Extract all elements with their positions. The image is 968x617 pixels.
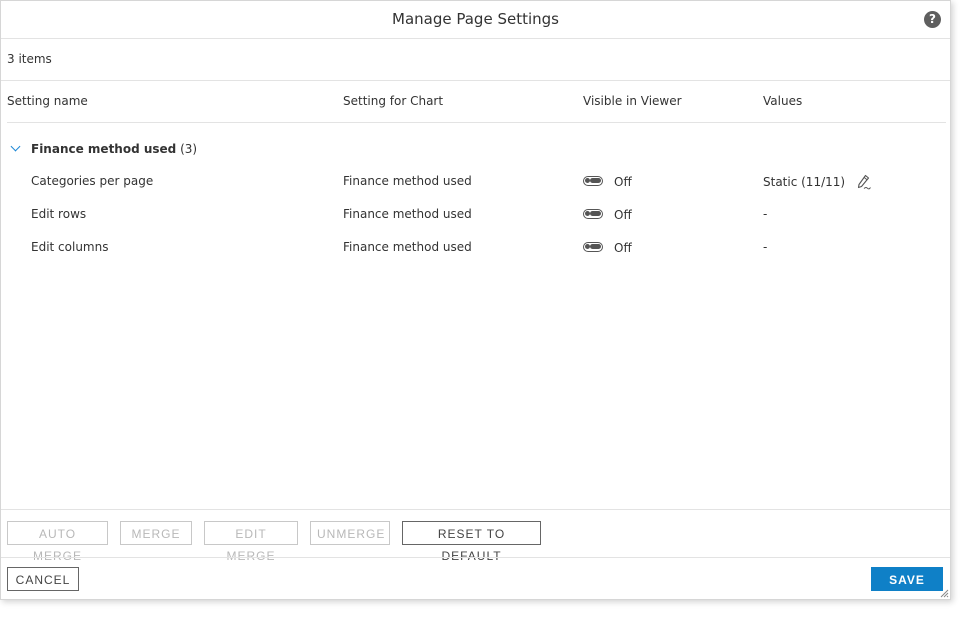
toggle-track-fill <box>590 244 601 249</box>
reset-to-default-button[interactable]: RESET TO DEFAULT <box>402 521 541 563</box>
unmerge-button[interactable]: UNMERGE <box>310 521 390 545</box>
visible-toggle[interactable] <box>583 176 603 186</box>
visible-state: Off <box>614 175 632 189</box>
visible-state: Off <box>614 208 632 222</box>
setting-name: Edit columns <box>31 240 109 254</box>
help-icon[interactable]: ? <box>924 11 941 28</box>
column-header-setting-for-chart[interactable]: Setting for Chart <box>343 94 443 108</box>
toggle-track-fill <box>590 178 601 183</box>
visible-toggle[interactable] <box>583 209 603 219</box>
group-count: (3) <box>180 142 198 156</box>
save-button[interactable]: SAVE <box>871 567 943 591</box>
setting-for-chart: Finance method used <box>343 207 472 221</box>
dialog-title: Manage Page Settings <box>392 10 559 28</box>
setting-name: Edit rows <box>31 207 87 221</box>
edit-merge-button[interactable]: EDIT MERGE <box>204 521 298 563</box>
auto-merge-button[interactable]: AUTO MERGE <box>7 521 108 563</box>
divider <box>1 80 950 81</box>
value-text: Static (11/11) <box>763 175 846 189</box>
group-label: Finance method used <box>31 142 177 156</box>
merge-button[interactable]: MERGE <box>120 521 192 545</box>
column-header-setting-name[interactable]: Setting name <box>7 94 88 108</box>
column-header-visible-in-viewer[interactable]: Visible in Viewer <box>583 94 682 108</box>
edit-pencil-icon[interactable] <box>857 174 871 190</box>
toggle-track-fill <box>590 211 601 216</box>
setting-for-chart: Finance method used <box>343 240 472 254</box>
table-row[interactable]: Edit columns Finance method used Off - <box>1 240 950 260</box>
resize-grip-icon[interactable] <box>939 588 949 598</box>
setting-for-chart: Finance method used <box>343 174 472 188</box>
item-count: 3 items <box>7 52 52 66</box>
value-text: - <box>763 207 768 221</box>
manage-page-settings-dialog: Manage Page Settings ? 3 items Setting n… <box>0 0 951 600</box>
divider <box>1 557 950 558</box>
table-row[interactable]: Categories per page Finance method used … <box>1 174 950 194</box>
header-divider <box>7 122 946 123</box>
setting-name: Categories per page <box>31 174 154 188</box>
table-row[interactable]: Edit rows Finance method used Off - <box>1 207 950 227</box>
group-row-finance-method-used[interactable]: Finance method used (3) <box>9 141 198 156</box>
value-text: - <box>763 240 768 254</box>
value-cell: Static (11/11) <box>763 174 871 190</box>
visible-toggle[interactable] <box>583 242 603 252</box>
chevron-down-icon[interactable] <box>10 141 21 152</box>
cancel-button[interactable]: CANCEL <box>7 567 79 591</box>
visible-state: Off <box>614 241 632 255</box>
dialog-header: Manage Page Settings ? <box>1 1 950 39</box>
divider <box>1 509 950 510</box>
column-header-values[interactable]: Values <box>763 94 802 108</box>
